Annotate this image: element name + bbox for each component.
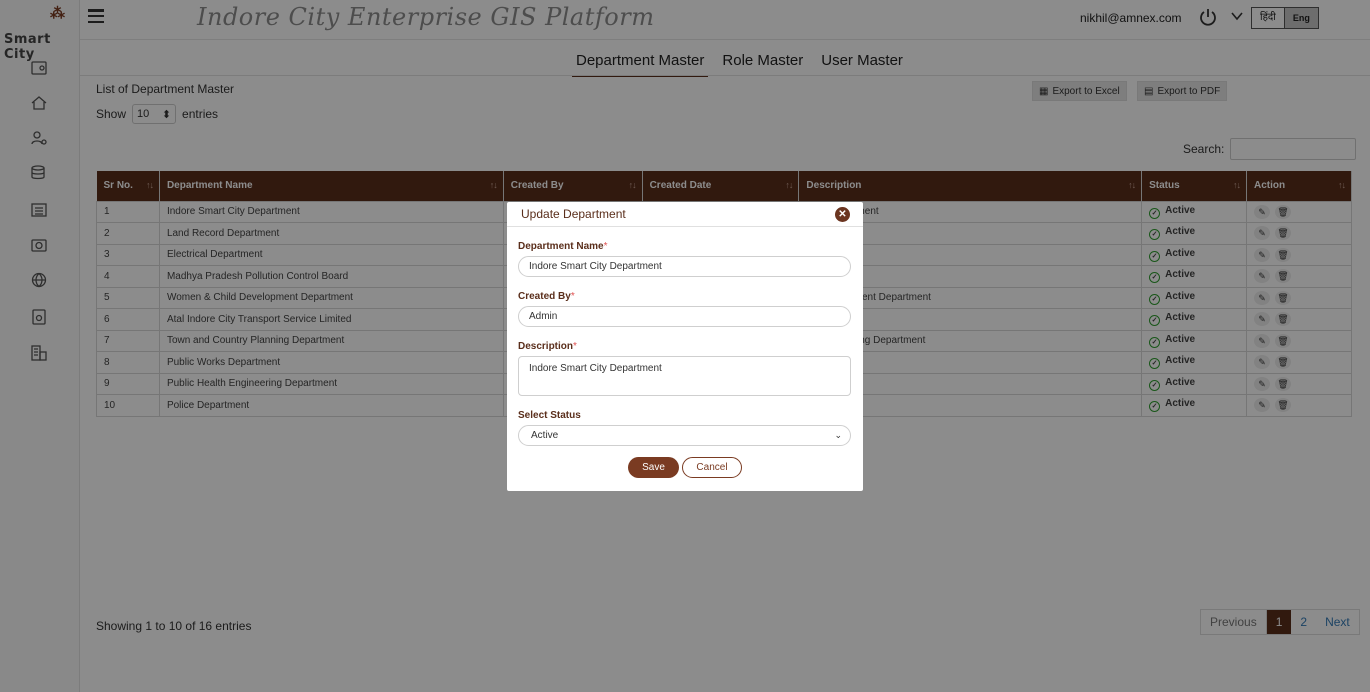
created-by-field[interactable]: Admin [518,306,851,327]
cancel-button[interactable]: Cancel [682,457,742,478]
created-by-label-text: Created By [518,291,571,302]
status-select-value: Active [531,430,559,441]
chevron-down-icon: ⌄ [834,430,842,440]
required-marker: * [573,341,577,352]
dialog-header: Update Department ✕ [507,202,863,227]
description-field[interactable]: Indore Smart City Department [518,356,851,396]
update-department-dialog: Update Department ✕ Department Name* Ind… [507,202,863,491]
required-marker: * [603,241,608,252]
department-name-field[interactable]: Indore Smart City Department [518,256,851,277]
required-marker: * [570,291,575,302]
close-icon[interactable]: ✕ [835,207,850,222]
created-by-label: Created By* [518,291,575,302]
description-label: Description* [518,341,577,352]
description-label-text: Description [518,341,574,352]
dialog-title: Update Department [521,207,626,221]
department-name-label-text: Department Name [518,241,604,252]
department-name-label: Department Name* [518,241,608,252]
select-status-label: Select Status [518,410,581,421]
save-button[interactable]: Save [628,457,679,478]
status-select[interactable]: Active ⌄ [518,425,851,446]
